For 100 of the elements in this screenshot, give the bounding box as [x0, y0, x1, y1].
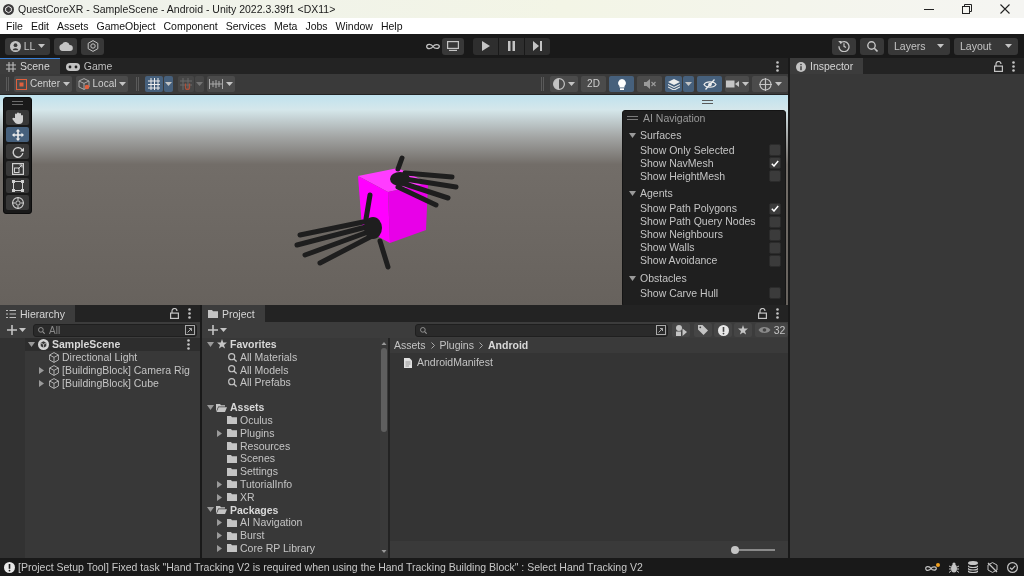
search-button[interactable] [860, 37, 884, 55]
warning-filter-button[interactable] [714, 323, 732, 337]
tree-item-label[interactable]: Burst [240, 529, 265, 542]
section-title[interactable]: Agents [640, 187, 673, 200]
grip-icon[interactable] [702, 100, 713, 104]
checkbox[interactable] [769, 170, 781, 182]
hidden-objects-button[interactable] [697, 76, 722, 92]
section-title[interactable]: Surfaces [640, 128, 682, 142]
gizmos-dropdown[interactable] [752, 76, 788, 92]
infinity-icon[interactable] [426, 42, 440, 50]
tree-item-label[interactable]: Settings [240, 465, 278, 478]
breadcrumb-item[interactable]: Plugins [439, 339, 474, 352]
disclosure-triangle-icon[interactable] [28, 342, 35, 347]
checkbox[interactable] [769, 287, 781, 299]
scale-tool-button[interactable] [6, 161, 29, 176]
database-icon[interactable] [968, 561, 978, 573]
checkbox[interactable] [769, 241, 781, 254]
favorite-button[interactable] [734, 323, 752, 337]
kebab-menu-icon[interactable] [188, 308, 191, 319]
checkbox[interactable] [769, 157, 781, 169]
tree-item-label[interactable]: All Materials [240, 350, 298, 364]
panel-tab[interactable]: Scene [0, 58, 60, 74]
disclosure-triangle-icon[interactable] [217, 429, 222, 437]
menu-item[interactable]: Jobs [301, 18, 332, 34]
move-tool-button[interactable] [6, 127, 29, 142]
tree-item-label[interactable]: Directional Light [62, 351, 138, 364]
kebab-menu-icon[interactable] [1012, 60, 1015, 72]
tree-item-label[interactable]: [BuildingBlock] Camera Rig [62, 364, 190, 377]
tree-item-label[interactable]: Favorites [230, 338, 277, 351]
slider-thumb[interactable] [731, 545, 739, 554]
search-field[interactable] [415, 323, 668, 337]
file-label[interactable]: AndroidManifest [417, 356, 493, 369]
grid-snap-button[interactable] [145, 76, 163, 92]
bug-icon[interactable] [949, 561, 959, 573]
menu-item[interactable]: Edit [26, 18, 53, 34]
hand-tool-button[interactable] [6, 110, 29, 125]
cloud-button[interactable] [54, 37, 77, 55]
disclosure-triangle-icon[interactable] [39, 380, 44, 387]
lighting-button[interactable] [609, 76, 634, 92]
tree-item-label[interactable]: Assets [230, 401, 265, 414]
menu-item[interactable]: File [2, 18, 27, 34]
tree-item-label[interactable]: Oculus [240, 414, 273, 427]
infinity-badge-icon[interactable] [925, 562, 940, 572]
audio-button[interactable] [637, 76, 662, 92]
effects-button[interactable] [665, 76, 682, 92]
menu-item[interactable]: Services [221, 18, 271, 34]
tree-item-label[interactable]: AI Navigation [240, 516, 303, 530]
padlock-icon[interactable] [170, 308, 179, 319]
kebab-menu-icon[interactable] [187, 339, 190, 350]
cube-slash-icon[interactable] [987, 561, 998, 573]
disclosure-triangle-icon[interactable] [217, 493, 222, 501]
dropdown-button[interactable] [164, 76, 173, 92]
hidden-packages-button[interactable]: 32 [755, 323, 788, 337]
square-arrow-icon[interactable] [656, 325, 666, 335]
layout-dropdown[interactable]: Layout [954, 37, 1018, 55]
checkbox[interactable] [769, 254, 781, 267]
account-button[interactable]: LL [5, 37, 50, 55]
disclosure-triangle-icon[interactable] [217, 519, 222, 527]
play-button[interactable] [473, 37, 498, 55]
checkbox[interactable] [769, 228, 781, 241]
disclosure-triangle-icon[interactable] [207, 507, 214, 513]
disclosure-triangle-icon[interactable] [217, 532, 222, 540]
grip-icon[interactable] [12, 101, 23, 105]
transform-tool-button[interactable] [6, 195, 29, 210]
hexagon-button[interactable] [81, 37, 104, 55]
panel-tab[interactable]: Game [59, 58, 123, 74]
shading-dropdown[interactable] [550, 76, 578, 92]
layers-dropdown[interactable]: Layers [888, 37, 950, 55]
checkbox[interactable] [769, 144, 781, 156]
disclosure-triangle-icon[interactable] [217, 480, 222, 488]
panel-tab[interactable]: Inspector [790, 58, 864, 74]
tree-item-label[interactable]: Core RP Library [240, 542, 316, 555]
menu-item[interactable]: Window [331, 18, 377, 34]
search-field[interactable]: All [33, 323, 197, 337]
tree-item-label[interactable]: XR [240, 490, 255, 504]
kebab-menu-icon[interactable] [776, 60, 779, 72]
pivot-dropdown[interactable]: Center [14, 76, 72, 92]
checkbox[interactable] [769, 215, 781, 228]
disclosure-triangle-icon[interactable] [629, 275, 636, 281]
disclosure-triangle-icon[interactable] [39, 367, 44, 374]
padlock-icon[interactable] [758, 308, 767, 319]
checkbox[interactable] [769, 202, 781, 215]
square-arrow-icon[interactable] [185, 325, 195, 335]
measure-dropdown[interactable] [207, 76, 235, 92]
disclosure-triangle-icon[interactable] [207, 341, 214, 347]
tree-item-label[interactable]: Scenes [240, 452, 276, 466]
menu-item[interactable]: Assets [53, 18, 93, 34]
panel-tab[interactable]: Hierarchy [0, 305, 75, 322]
grip-icon[interactable] [627, 116, 638, 120]
tree-item-label[interactable]: Packages [230, 503, 279, 517]
add-button[interactable] [5, 323, 27, 337]
space-dropdown[interactable]: Local [76, 76, 128, 92]
tree-item-label[interactable]: SampleScene [52, 338, 121, 351]
tree-item-label[interactable]: All Models [240, 363, 289, 377]
breadcrumb-item[interactable]: Assets [394, 339, 426, 352]
menu-item[interactable]: Meta [270, 18, 302, 34]
tree-item-label[interactable]: [BuildingBlock] Cube [62, 377, 159, 390]
disclosure-triangle-icon[interactable] [217, 544, 222, 552]
rotate-tool-button[interactable] [6, 144, 29, 159]
menu-item[interactable]: GameObject [92, 18, 160, 34]
